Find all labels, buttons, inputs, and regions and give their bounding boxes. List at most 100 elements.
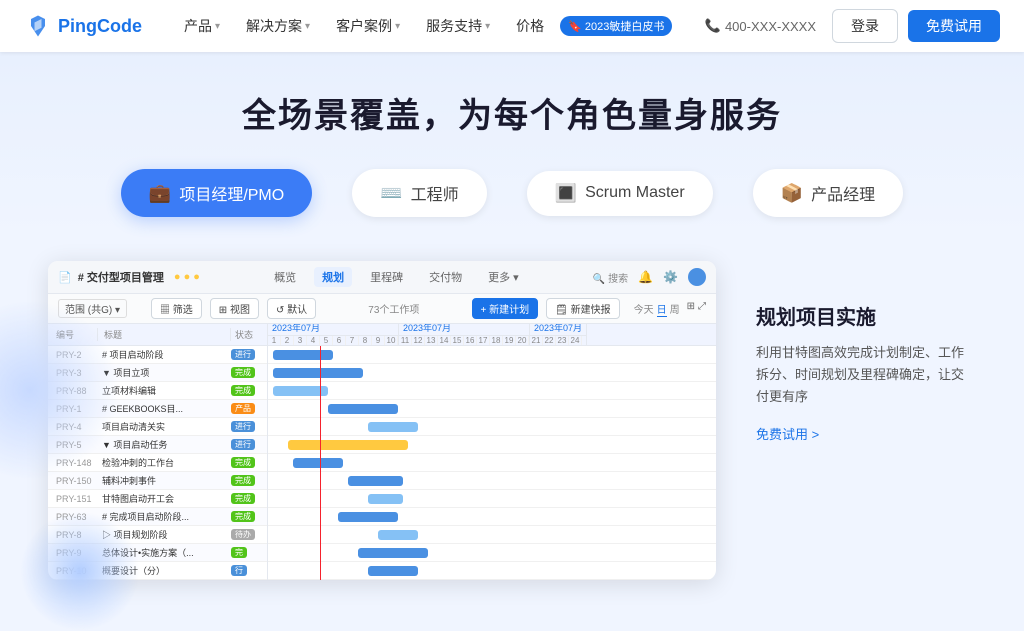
nav-item-solutions[interactable]: 解决方案 ▾ bbox=[236, 10, 320, 42]
status-badge: 产品 bbox=[231, 403, 255, 414]
nav-item-cases[interactable]: 客户案例 ▾ bbox=[326, 10, 410, 42]
date-day: 1 bbox=[268, 336, 281, 345]
gantt-bar[interactable] bbox=[273, 368, 363, 378]
tab-overview[interactable]: 概览 bbox=[266, 267, 304, 287]
date-day: 7 bbox=[346, 336, 359, 345]
task-count: 73个工作项 bbox=[368, 301, 419, 316]
login-button[interactable]: 登录 bbox=[832, 9, 898, 43]
bell-icon[interactable]: 🔔 bbox=[638, 270, 653, 284]
tab-plan[interactable]: 规划 bbox=[314, 267, 352, 287]
row-status: 进行 bbox=[231, 439, 267, 450]
gantt-bar-row bbox=[268, 544, 716, 562]
gantt-bar[interactable] bbox=[368, 566, 418, 576]
role-tab-product[interactable]: 📦 产品经理 bbox=[753, 169, 903, 217]
role-tab-scrum[interactable]: 🔳 Scrum Master bbox=[527, 171, 713, 216]
free-trial-link[interactable]: 免费试用 > bbox=[756, 424, 976, 443]
date-day: 13 bbox=[425, 336, 438, 345]
gantt-bar[interactable] bbox=[288, 440, 408, 450]
fullscreen-icon[interactable]: ⤢ bbox=[698, 301, 706, 317]
nav-actions: 登录 免费试用 bbox=[832, 9, 1000, 43]
filter-btn[interactable]: ▦ 筛选 bbox=[151, 298, 202, 319]
file-icon: 📄 bbox=[58, 271, 72, 284]
nav-item-support[interactable]: 服务支持 ▾ bbox=[416, 10, 500, 42]
gantt-bar-row bbox=[268, 472, 716, 490]
pmo-icon: 💼 bbox=[149, 183, 171, 204]
date-day: 21 bbox=[530, 336, 543, 345]
expand-icon[interactable]: ⊞ bbox=[687, 301, 695, 317]
nav-item-products[interactable]: 产品 ▾ bbox=[174, 10, 230, 42]
status-badge: 完成 bbox=[231, 457, 255, 468]
row-status: 待办 bbox=[231, 529, 267, 540]
gantt-bar[interactable] bbox=[368, 494, 403, 504]
new-task-button[interactable]: 🗒 新建快报 bbox=[546, 298, 619, 319]
gantt-preview: 📄 # 交付型项目管理 ● ● ● 概览 规划 里程碑 交付物 更多 ▾ 🔍 搜… bbox=[48, 261, 716, 580]
row-status: 产品 bbox=[231, 403, 267, 414]
right-panel: 规划项目实施 利用甘特图高效完成计划制定、工作拆分、时间规划及里程碑确定，让交付… bbox=[756, 261, 976, 443]
gantt-bar-row bbox=[268, 454, 716, 472]
free-trial-button[interactable]: 免费试用 bbox=[908, 10, 1000, 42]
row-title: ▼ 项目启动任务 bbox=[98, 438, 231, 451]
view-btn[interactable]: ⊞ 视图 bbox=[210, 298, 259, 319]
chevron-icon: ▾ bbox=[485, 21, 490, 32]
gantt-bar[interactable] bbox=[328, 404, 398, 414]
row-status: 完成 bbox=[231, 475, 267, 486]
gantt-bar[interactable] bbox=[338, 512, 398, 522]
row-status: 完成 bbox=[231, 511, 267, 522]
row-title: # 完成项目启动阶段... bbox=[98, 510, 231, 523]
tab-delivery[interactable]: 交付物 bbox=[421, 267, 470, 287]
blob-bottom bbox=[20, 511, 140, 631]
row-title: # 项目启动阶段 bbox=[98, 348, 231, 361]
gantt-bar[interactable] bbox=[368, 422, 418, 432]
gantt-dates: 2023年07月123456789102023年07月1112131415161… bbox=[268, 324, 716, 346]
search-icon[interactable]: 🔍 搜索 bbox=[593, 270, 628, 285]
gantt-bar[interactable] bbox=[293, 458, 343, 468]
role-tab-engineer[interactable]: ⌨️ 工程师 bbox=[352, 169, 486, 217]
row-status: 完成 bbox=[231, 367, 267, 378]
nav-badge[interactable]: 🔖 2023敏捷白皮书 bbox=[560, 16, 672, 36]
date-day: 14 bbox=[438, 336, 451, 345]
gantt-chart: 2023年07月123456789102023年07月1112131415161… bbox=[268, 324, 716, 580]
avatar bbox=[688, 268, 706, 286]
new-plan-button[interactable]: + 新建计划 bbox=[472, 298, 539, 319]
gantt-bar-row bbox=[268, 400, 716, 418]
tab-more[interactable]: 更多 ▾ bbox=[480, 267, 527, 287]
tab-milestone[interactable]: 里程碑 bbox=[362, 267, 411, 287]
default-btn[interactable]: ↺ 默认 bbox=[267, 298, 316, 319]
gantt-bar[interactable] bbox=[358, 548, 428, 558]
table-row[interactable]: PRY-150 辅料冲刺事件 完成 bbox=[48, 472, 267, 490]
role-tab-pmo[interactable]: 💼 项目经理/PMO bbox=[121, 169, 312, 217]
navbar: PingCode 产品 ▾ 解决方案 ▾ 客户案例 ▾ 服务支持 ▾ 价格 🔖 … bbox=[0, 0, 1024, 52]
dot-icons: ● ● ● bbox=[174, 271, 200, 283]
row-status: 完成 bbox=[231, 457, 267, 468]
status-badge: 进行 bbox=[231, 349, 255, 360]
date-day: 10 bbox=[385, 336, 398, 345]
hero-title: 全场景覆盖，为每个角色量身服务 bbox=[0, 88, 1024, 137]
row-status: 完 bbox=[231, 547, 267, 558]
row-status: 完成 bbox=[231, 385, 267, 396]
chevron-icon: ▾ bbox=[305, 21, 310, 32]
status-badge: 完成 bbox=[231, 511, 255, 522]
nav-item-price[interactable]: 价格 bbox=[506, 10, 554, 42]
gantt-bar[interactable] bbox=[348, 476, 403, 486]
hero-section: 全场景覆盖，为每个角色量身服务 💼 项目经理/PMO ⌨️ 工程师 🔳 Scru… bbox=[0, 52, 1024, 237]
gantt-bar-row bbox=[268, 526, 716, 544]
status-badge: 进行 bbox=[231, 439, 255, 450]
status-badge: 待办 bbox=[231, 529, 255, 540]
gantt-body: 编号 标题 状态 PRY-2 # 项目启动阶段 进行 PRY-3 ▼ 项目立项 … bbox=[48, 324, 716, 580]
date-day: 19 bbox=[503, 336, 516, 345]
role-tabs: 💼 项目经理/PMO ⌨️ 工程师 🔳 Scrum Master 📦 产品经理 bbox=[0, 169, 1024, 217]
main-content: 📄 # 交付型项目管理 ● ● ● 概览 规划 里程碑 交付物 更多 ▾ 🔍 搜… bbox=[0, 237, 1024, 580]
gantt-bar-row bbox=[268, 364, 716, 382]
logo[interactable]: PingCode bbox=[24, 12, 142, 40]
date-day: 16 bbox=[464, 336, 477, 345]
table-row[interactable]: PRY-151 甘特图启动开工会 完成 bbox=[48, 490, 267, 508]
row-title: 项目启动清关实 bbox=[98, 420, 231, 433]
status-badge: 完 bbox=[231, 547, 247, 558]
date-day: 17 bbox=[477, 336, 490, 345]
phone-icon: 📞 bbox=[705, 18, 721, 34]
date-day: 24 bbox=[569, 336, 582, 345]
date-day: 4 bbox=[307, 336, 320, 345]
gantt-bar[interactable] bbox=[378, 530, 418, 540]
gantt-bar[interactable] bbox=[273, 350, 333, 360]
settings-icon[interactable]: ⚙️ bbox=[663, 270, 678, 284]
